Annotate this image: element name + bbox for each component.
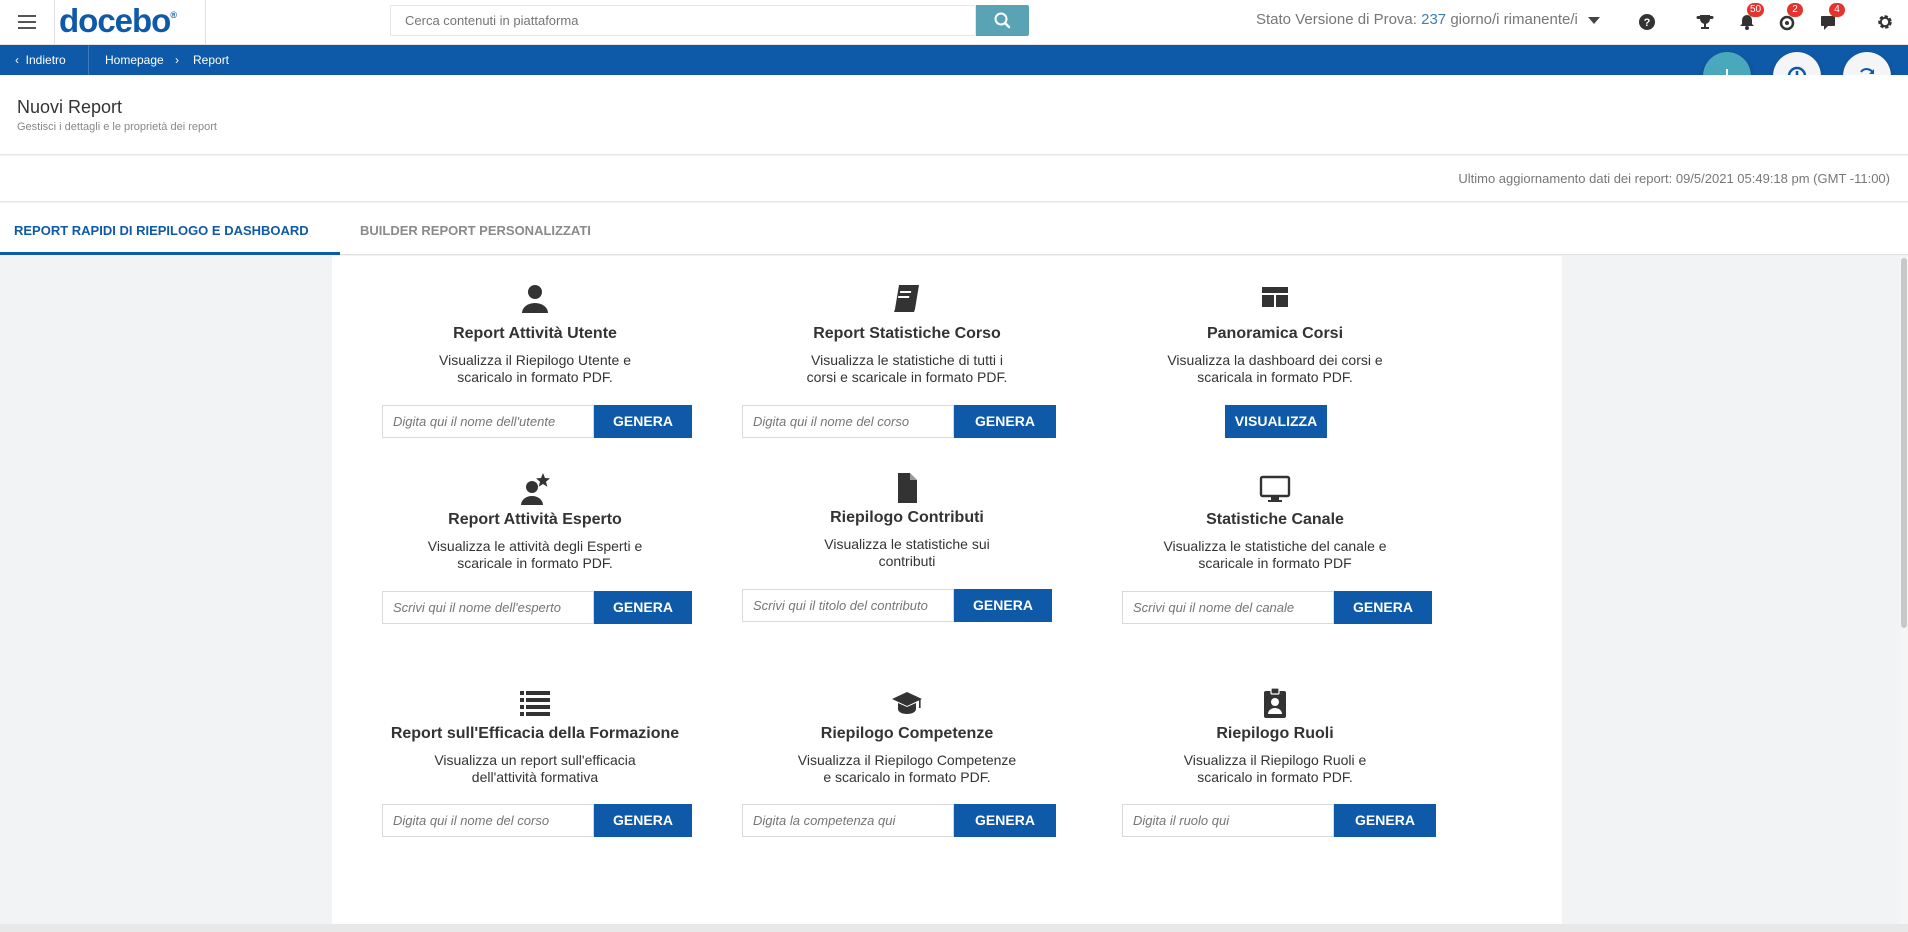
gamification-icon[interactable]: 2 bbox=[1776, 3, 1803, 33]
book-icon bbox=[894, 285, 919, 312]
tab-bar: REPORT RAPIDI DI RIEPILOGO E DASHBOARD B… bbox=[0, 203, 1908, 255]
generate-course-report-button[interactable]: GENERA bbox=[954, 405, 1056, 438]
trial-status: Stato Versione di Prova: 237 giorno/i ri… bbox=[1256, 11, 1601, 28]
tab-custom-builder[interactable]: BUILDER REPORT PERSONALIZZATI bbox=[360, 203, 591, 255]
search-icon bbox=[994, 12, 1011, 29]
user-star-icon bbox=[521, 473, 550, 505]
back-link[interactable]: ‹ Indietro bbox=[0, 45, 89, 75]
role-input[interactable] bbox=[1122, 804, 1334, 837]
last-update-text: Ultimo aggiornamento dati dei report: 09… bbox=[1458, 171, 1890, 186]
card-title: Riepilogo Ruoli bbox=[1216, 725, 1334, 742]
channel-name-input[interactable] bbox=[1122, 591, 1334, 624]
card-title: Report Attività Esperto bbox=[448, 511, 622, 528]
card-description: Visualizza le statistiche di tutti i cors… bbox=[806, 352, 1008, 385]
breadcrumb-homepage[interactable]: Homepage bbox=[105, 45, 164, 75]
card-title: Report Attività Utente bbox=[453, 325, 617, 342]
trial-dropdown-icon[interactable] bbox=[1588, 16, 1601, 24]
course-name-input[interactable] bbox=[742, 405, 954, 438]
view-dashboard-button[interactable]: VISUALIZZA bbox=[1225, 405, 1327, 438]
graduation-cap-icon bbox=[892, 692, 922, 714]
search-input[interactable] bbox=[390, 5, 976, 36]
logo-container[interactable]: docebo® bbox=[54, 0, 206, 45]
card-description: Visualizza il Riepilogo Competenze e scar… bbox=[797, 752, 1017, 785]
contribution-title-input[interactable] bbox=[742, 589, 954, 622]
id-badge-icon bbox=[1264, 687, 1286, 718]
menu-icon[interactable] bbox=[14, 11, 40, 33]
generate-user-report-button[interactable]: GENERA bbox=[594, 405, 692, 438]
logo: docebo® bbox=[59, 2, 177, 39]
skill-input[interactable] bbox=[742, 804, 954, 837]
generate-skills-report-button[interactable]: GENERA bbox=[954, 804, 1056, 837]
expert-name-input[interactable] bbox=[382, 591, 594, 624]
generate-channel-report-button[interactable]: GENERA bbox=[1334, 591, 1432, 624]
card-description: Visualizza le statistiche del canale e sc… bbox=[1163, 538, 1387, 571]
card-title: Panoramica Corsi bbox=[1206, 325, 1344, 342]
messages-icon[interactable]: 4 bbox=[1818, 3, 1845, 33]
page-subtitle: Gestisci i dettagli e le proprietà dei r… bbox=[17, 121, 217, 133]
generate-effectiveness-report-button[interactable]: GENERA bbox=[594, 804, 692, 837]
card-description: Visualizza le statistiche sui contributi bbox=[824, 536, 990, 569]
update-info-bar: Ultimo aggiornamento dati dei report: 09… bbox=[0, 156, 1908, 202]
bottom-strip bbox=[0, 924, 1908, 932]
user-icon bbox=[522, 285, 548, 313]
card-title: Report sull'Efficacia della Formazione bbox=[390, 725, 680, 742]
card-description: Visualizza il Riepilogo Ruoli e scaricalo… bbox=[1183, 752, 1367, 785]
file-icon bbox=[898, 473, 917, 503]
settings-gear-icon[interactable] bbox=[1874, 11, 1896, 33]
report-cards-panel: Report Attività Utente Visualizza il Rie… bbox=[332, 256, 1562, 924]
tab-quick-reports[interactable]: REPORT RAPIDI DI RIEPILOGO E DASHBOARD bbox=[0, 203, 340, 255]
page-title: Nuovi Report bbox=[17, 97, 123, 117]
breadcrumb-report[interactable]: Report bbox=[193, 45, 229, 75]
gamification-badge: 2 bbox=[1787, 3, 1803, 17]
notifications-badge: 50 bbox=[1747, 3, 1765, 17]
trophy-icon[interactable] bbox=[1694, 11, 1716, 33]
dashboard-layout-icon bbox=[1262, 287, 1288, 307]
card-title: Riepilogo Competenze bbox=[820, 725, 994, 742]
scrollbar-thumb[interactable] bbox=[1901, 258, 1907, 628]
monitor-icon bbox=[1259, 475, 1291, 502]
breadcrumb-separator: › bbox=[175, 53, 179, 67]
card-description: Visualizza un report sull'efficacia dell'… bbox=[434, 752, 636, 785]
page-header: Nuovi Report Gestisci i dettagli e le pr… bbox=[0, 75, 1908, 155]
svg-text:?: ? bbox=[1644, 17, 1651, 29]
user-name-input[interactable] bbox=[382, 405, 594, 438]
effectiveness-course-input[interactable] bbox=[382, 804, 594, 837]
card-description: Visualizza il Riepilogo Utente e scarical… bbox=[439, 352, 631, 385]
search-button[interactable] bbox=[976, 5, 1029, 36]
top-bar: docebo® Stato Versione di Prova: 237 gio… bbox=[0, 0, 1908, 45]
generate-contributions-report-button[interactable]: GENERA bbox=[954, 589, 1052, 622]
breadcrumb-bar: ‹ Indietro Homepage › Report bbox=[0, 45, 1908, 75]
chevron-left-icon: ‹ bbox=[15, 53, 19, 67]
generate-roles-report-button[interactable]: GENERA bbox=[1334, 804, 1436, 837]
generate-expert-report-button[interactable]: GENERA bbox=[594, 591, 692, 624]
notifications-icon[interactable]: 50 bbox=[1736, 3, 1765, 33]
card-title: Riepilogo Contributi bbox=[830, 509, 984, 526]
card-title: Statistiche Canale bbox=[1206, 511, 1344, 528]
card-title: Report Statistiche Corso bbox=[813, 325, 1001, 342]
help-icon[interactable]: ? bbox=[1636, 11, 1658, 33]
card-description: Visualizza le attività degli Esperti e sc… bbox=[427, 538, 643, 571]
messages-badge: 4 bbox=[1829, 3, 1845, 17]
list-icon bbox=[520, 691, 550, 716]
card-description: Visualizza la dashboard dei corsi e scari… bbox=[1167, 352, 1383, 385]
